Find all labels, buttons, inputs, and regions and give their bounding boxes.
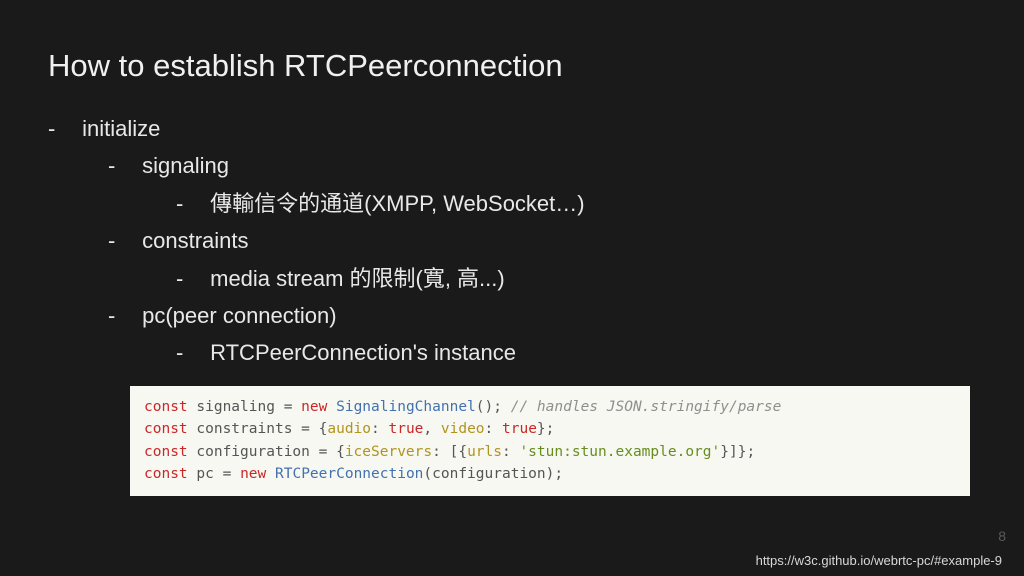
code-punc: = — [223, 466, 232, 482]
bullet-signaling: signaling 傳輸信令的通道(XMPP, WebSocket…) — [108, 147, 976, 222]
code-bool: true — [388, 421, 423, 437]
code-identifier: configuration — [196, 444, 310, 460]
code-identifier: signaling — [196, 399, 275, 415]
source-url: https://w3c.github.io/webrtc-pc/#example… — [756, 553, 1002, 568]
bullet-constraints: constraints media stream 的限制(寬, 高...) — [108, 222, 976, 297]
bullet-initialize: initialize signaling 傳輸信令的通道(XMPP, WebSo… — [48, 110, 976, 372]
bullet-text: initialize — [82, 116, 160, 141]
code-prop: urls — [467, 444, 502, 460]
code-punc: : — [371, 421, 380, 437]
code-identifier: constraints — [196, 421, 292, 437]
bullet-signaling-detail: 傳輸信令的通道(XMPP, WebSocket…) — [176, 185, 976, 222]
code-punc: : [{ — [432, 444, 467, 460]
code-keyword: new — [301, 399, 327, 415]
page-number: 8 — [998, 528, 1006, 544]
code-punc: = { — [301, 421, 327, 437]
bullet-list: initialize signaling 傳輸信令的通道(XMPP, WebSo… — [48, 110, 976, 372]
code-identifier: configuration — [432, 466, 546, 482]
code-identifier: pc — [196, 466, 213, 482]
bullet-text: pc(peer connection) — [142, 303, 336, 328]
code-punc: }]}; — [720, 444, 755, 460]
bullet-constraints-detail: media stream 的限制(寬, 高...) — [176, 260, 976, 297]
code-punc: ); — [546, 466, 563, 482]
bullet-pc: pc(peer connection) RTCPeerConnection's … — [108, 297, 976, 372]
code-punc: = { — [319, 444, 345, 460]
code-prop: audio — [327, 421, 371, 437]
code-punc: }; — [537, 421, 554, 437]
code-punc: , — [423, 421, 432, 437]
code-keyword: const — [144, 466, 188, 482]
slide: How to establish RTCPeerconnection initi… — [0, 0, 1024, 496]
bullet-text: RTCPeerConnection's instance — [210, 340, 516, 365]
code-punc: ( — [423, 466, 432, 482]
code-keyword: const — [144, 399, 188, 415]
code-prop: iceServers — [345, 444, 432, 460]
code-keyword: const — [144, 444, 188, 460]
bullet-text: 傳輸信令的通道(XMPP, WebSocket…) — [210, 191, 584, 216]
bullet-text: media stream 的限制(寬, 高...) — [210, 266, 505, 291]
code-function: RTCPeerConnection — [275, 466, 423, 482]
code-punc: (); — [476, 399, 502, 415]
code-bool: true — [502, 421, 537, 437]
bullet-text: constraints — [142, 228, 248, 253]
code-prop: video — [441, 421, 485, 437]
code-block: const signaling = new SignalingChannel()… — [130, 386, 970, 496]
code-punc: = — [284, 399, 293, 415]
bullet-text: signaling — [142, 153, 229, 178]
code-function: SignalingChannel — [336, 399, 476, 415]
slide-title: How to establish RTCPeerconnection — [48, 48, 976, 84]
code-keyword: new — [240, 466, 266, 482]
code-keyword: const — [144, 421, 188, 437]
code-punc: : — [502, 444, 511, 460]
bullet-pc-detail: RTCPeerConnection's instance — [176, 334, 976, 371]
code-comment: // handles JSON.stringify/parse — [511, 399, 782, 415]
code-string: 'stun:stun.example.org' — [519, 444, 720, 460]
code-punc: : — [485, 421, 494, 437]
